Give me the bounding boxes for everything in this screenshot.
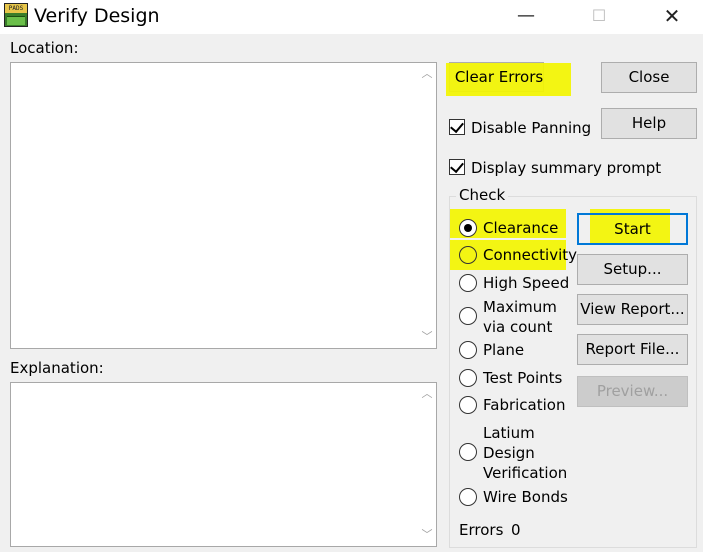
max-via-count-radio[interactable]: [459, 307, 477, 325]
report-file-button[interactable]: Report File...: [577, 334, 688, 365]
check-group-label: Check: [456, 186, 509, 204]
close-button[interactable]: Close: [601, 62, 697, 93]
latium-dv-radio[interactable]: [459, 443, 477, 461]
fabrication-label: Fabrication: [483, 396, 566, 414]
close-window-icon[interactable]: ✕: [649, 0, 695, 32]
scroll-up-icon[interactable]: ︿: [418, 65, 436, 83]
fabrication-radio[interactable]: [459, 396, 477, 414]
explanation-label: Explanation:: [10, 359, 104, 377]
disable-panning-label: Disable Panning: [471, 119, 592, 137]
test-points-label: Test Points: [483, 369, 563, 387]
location-label: Location:: [10, 39, 79, 57]
clear-errors-label: Clear Errors: [454, 68, 544, 86]
latium-dv-label-line3: Verification: [483, 464, 568, 482]
window-title: Verify Design: [34, 5, 160, 27]
max-via-count-label-line2: via count: [483, 318, 553, 336]
start-label: Start: [614, 220, 651, 238]
plane-radio[interactable]: [459, 341, 477, 359]
plane-label: Plane: [483, 341, 525, 359]
display-summary-checkbox[interactable]: [449, 158, 465, 175]
explanation-textbox[interactable]: ︿ ﹀: [10, 382, 437, 547]
location-textbox[interactable]: ︿ ﹀: [10, 62, 437, 349]
max-via-count-label-line1: Maximum: [483, 298, 557, 316]
setup-button[interactable]: Setup...: [577, 254, 688, 285]
clearance-label: Clearance: [483, 219, 559, 237]
pads-app-icon: PADS: [4, 3, 28, 27]
location-scrollbar[interactable]: ︿ ﹀: [418, 63, 436, 348]
scroll-down-icon[interactable]: ﹀: [418, 328, 436, 346]
latium-dv-label-line1: Latium: [483, 424, 535, 442]
view-report-button[interactable]: View Report...: [577, 294, 688, 325]
latium-dv-label-line2: Design: [483, 444, 535, 462]
app-icon-text: PADS: [5, 4, 27, 13]
explanation-scrollbar[interactable]: ︿ ﹀: [418, 383, 436, 546]
wire-bonds-label: Wire Bonds: [483, 488, 568, 506]
maximize-icon[interactable]: ☐: [576, 0, 622, 32]
connectivity-radio[interactable]: [459, 246, 477, 264]
scroll-down-icon[interactable]: ﹀: [418, 526, 436, 544]
display-summary-label: Display summary prompt: [471, 159, 662, 177]
high-speed-radio[interactable]: [459, 274, 477, 292]
clearance-radio[interactable]: [459, 219, 477, 237]
preview-button[interactable]: Preview...: [577, 376, 688, 407]
errors-label: Errors: [459, 521, 504, 539]
errors-count: 0: [511, 521, 521, 539]
help-button[interactable]: Help: [601, 108, 697, 139]
minimize-icon[interactable]: —: [503, 0, 549, 32]
connectivity-label: Connectivity: [483, 246, 577, 264]
wire-bonds-radio[interactable]: [459, 488, 477, 506]
test-points-radio[interactable]: [459, 369, 477, 387]
high-speed-label: High Speed: [483, 274, 570, 292]
disable-panning-checkbox[interactable]: [449, 118, 465, 135]
scroll-up-icon[interactable]: ︿: [418, 385, 436, 403]
